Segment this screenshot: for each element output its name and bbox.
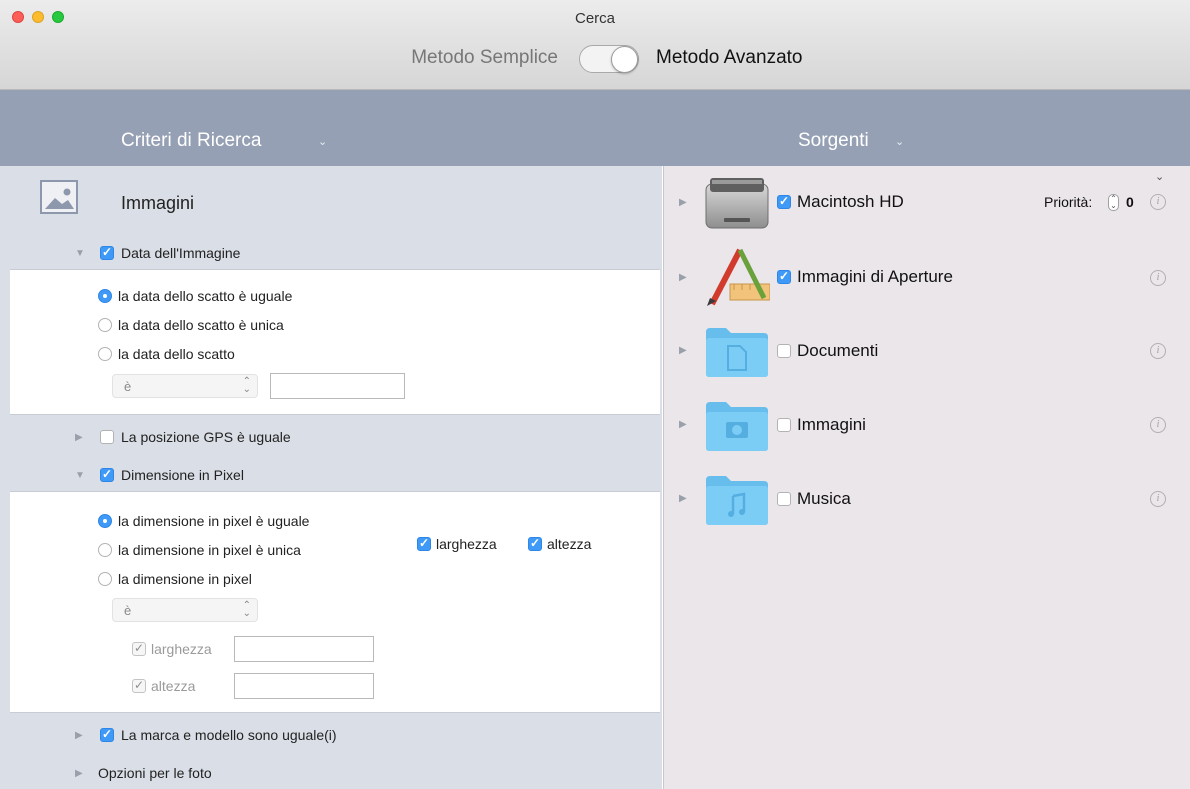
disclosure-triangle-closed-icon[interactable]: ▶ — [75, 730, 83, 741]
image-date-panel: la data dello scatto è uguale la data de… — [10, 269, 660, 415]
source-checkbox-aperture[interactable] — [777, 269, 791, 284]
chevron-down-icon[interactable]: ⌄ — [318, 135, 327, 148]
toggle-knob — [611, 46, 638, 73]
disclosure-triangle-open-icon[interactable]: ▼ — [75, 248, 85, 259]
priority-value: 0 — [1126, 194, 1134, 210]
make-model-label: La marca e modello sono uguale(i) — [121, 727, 337, 743]
source-name-aperture: Immagini di Aperture — [797, 267, 953, 286]
image-date-checkbox[interactable] — [100, 245, 114, 260]
priority-label: Priorità: — [1044, 194, 1093, 210]
pixel-operator-select[interactable]: è ⌃ ⌄ — [112, 598, 258, 622]
width-label: larghezza — [436, 536, 497, 552]
title-bar: Cerca Metodo Semplice Metodo Avanzato — [0, 0, 1190, 90]
date-operator-select[interactable]: è ⌃ ⌄ — [112, 374, 258, 398]
documents-folder-icon — [704, 326, 770, 378]
music-folder-icon — [704, 474, 770, 526]
gps-checkbox[interactable] — [100, 430, 114, 444]
disclosure-triangle-closed-icon[interactable]: ▶ — [679, 197, 687, 208]
source-name-music: Musica — [797, 489, 851, 508]
gps-label: La posizione GPS è uguale — [121, 429, 291, 445]
pixel-equal-label: la dimensione in pixel è uguale — [118, 513, 310, 529]
info-icon[interactable]: i — [1150, 343, 1166, 359]
photo-options-label[interactable]: Opzioni per le foto — [98, 765, 212, 781]
source-name-macintosh-hd: Macintosh HD — [797, 192, 904, 211]
chevron-down-icon[interactable]: ⌄ — [895, 135, 904, 148]
date-value-field[interactable] — [270, 373, 405, 399]
columns-header — [0, 90, 1190, 166]
sources-header[interactable]: Sorgenti — [798, 130, 869, 152]
height-value-field[interactable] — [234, 673, 374, 699]
mode-toggle[interactable] — [579, 45, 639, 73]
advanced-mode-label[interactable]: Metodo Avanzato — [656, 47, 802, 69]
info-icon[interactable]: i — [1150, 270, 1166, 286]
pixel-equal-radio[interactable] — [98, 514, 112, 528]
sub-height-checkbox[interactable] — [132, 678, 146, 693]
source-checkbox-macintosh-hd[interactable] — [777, 194, 791, 209]
date-operator-value: è — [124, 379, 132, 394]
info-icon[interactable]: i — [1150, 491, 1166, 507]
pixel-size-panel: la dimensione in pixel è uguale la dimen… — [10, 491, 660, 713]
date-equal-label: la data dello scatto è uguale — [118, 288, 293, 304]
date-unique-label: la data dello scatto è unica — [118, 317, 284, 333]
pixel-custom-radio[interactable] — [98, 572, 112, 586]
window-title: Cerca — [574, 10, 615, 27]
sources-panel: ⌄ ▶ Macintosh HD Priorità: ⌃⌄ 0 i ▶ Imma… — [663, 166, 1190, 789]
pixel-unique-radio[interactable] — [98, 543, 112, 557]
date-custom-radio[interactable] — [98, 347, 112, 361]
criteria-panel: Immagini ▼ Data dell'Immagine la data de… — [0, 166, 662, 789]
disclosure-triangle-closed-icon[interactable]: ▶ — [679, 493, 687, 504]
date-custom-label: la data dello scatto — [118, 346, 235, 362]
date-unique-radio[interactable] — [98, 318, 112, 332]
pixel-size-checkbox[interactable] — [100, 467, 114, 482]
disclosure-triangle-closed-icon[interactable]: ▶ — [75, 768, 83, 779]
category-label: Immagini — [121, 193, 195, 213]
width-value-field[interactable] — [234, 636, 374, 662]
info-icon[interactable]: i — [1150, 417, 1166, 433]
width-checkbox[interactable] — [417, 536, 431, 551]
chevron-down-icon[interactable]: ⌄ — [1155, 170, 1164, 183]
height-label: altezza — [547, 536, 592, 552]
disclosure-triangle-closed-icon[interactable]: ▶ — [679, 345, 687, 356]
aperture-icon — [704, 246, 771, 306]
source-name-pictures: Immagini — [797, 415, 866, 434]
disclosure-triangle-closed-icon[interactable]: ▶ — [679, 272, 687, 283]
source-name-documents: Documenti — [797, 341, 879, 360]
simple-mode-label[interactable]: Metodo Semplice — [320, 47, 558, 69]
stepper-icon: ⌃ ⌄ — [242, 376, 251, 395]
pixel-unique-label: la dimensione in pixel è unica — [118, 542, 301, 558]
hard-drive-icon — [704, 174, 770, 232]
disclosure-triangle-closed-icon[interactable]: ▶ — [679, 419, 687, 430]
pixel-operator-value: è — [124, 603, 132, 618]
sub-height-label: altezza — [151, 678, 196, 694]
pixel-size-label: Dimensione in Pixel — [121, 467, 244, 483]
stepper-icon: ⌃ ⌄ — [242, 600, 251, 619]
info-icon[interactable]: i — [1150, 194, 1166, 210]
pictures-folder-icon — [704, 400, 770, 452]
disclosure-triangle-open-icon[interactable]: ▼ — [75, 470, 85, 481]
image-date-label: Data dell'Immagine — [121, 245, 241, 261]
image-icon — [40, 180, 78, 214]
source-checkbox-pictures[interactable] — [777, 418, 791, 432]
priority-stepper[interactable]: ⌃ ⌄ — [1108, 194, 1119, 211]
source-checkbox-music[interactable] — [777, 492, 791, 506]
source-checkbox-documents[interactable] — [777, 344, 791, 358]
sub-width-label: larghezza — [151, 641, 212, 657]
make-model-checkbox[interactable] — [100, 727, 114, 742]
disclosure-triangle-closed-icon[interactable]: ▶ — [75, 432, 83, 443]
pixel-custom-label: la dimensione in pixel — [118, 571, 252, 587]
height-checkbox[interactable] — [528, 536, 542, 551]
sub-width-checkbox[interactable] — [132, 641, 146, 656]
criteria-header[interactable]: Criteri di Ricerca — [121, 130, 261, 152]
date-equal-radio[interactable] — [98, 289, 112, 303]
